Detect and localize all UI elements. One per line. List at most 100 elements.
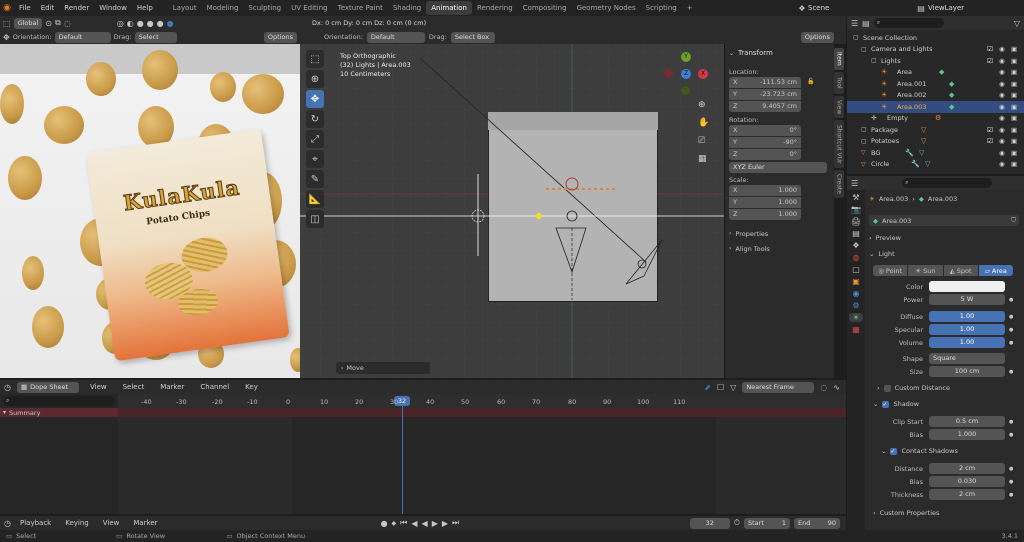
menu-window[interactable]: Window: [94, 4, 132, 12]
light-data-tab-icon[interactable]: ☀: [849, 313, 863, 322]
jump-start-icon[interactable]: ⏮: [400, 518, 407, 528]
tab-animation[interactable]: Animation: [426, 1, 472, 15]
graph-icon[interactable]: ∿: [833, 383, 840, 392]
specular-slider[interactable]: 1.00: [929, 324, 1005, 335]
viewport-drag-dropdown[interactable]: Select Box: [450, 31, 495, 43]
transform-panel-header[interactable]: ⌄ Transform: [729, 49, 773, 57]
gizmo-neg-y[interactable]: [681, 86, 690, 95]
summary-channel[interactable]: ▾ Summary: [0, 408, 118, 417]
preview-panel-header[interactable]: › Preview: [869, 234, 1019, 242]
add-cube-tool-icon[interactable]: ◫: [306, 210, 324, 228]
next-keyframe-icon[interactable]: ▶: [442, 519, 448, 528]
add-workspace-button[interactable]: +: [682, 1, 698, 15]
lock-icon[interactable]: 🔓: [807, 78, 814, 85]
custom-distance-panel[interactable]: › Custom Distance: [877, 384, 950, 392]
keyframe-dot-icon[interactable]: ●: [1009, 419, 1013, 425]
checkbox-icon[interactable]: ☑: [987, 126, 993, 134]
stopwatch-icon[interactable]: ⏱: [734, 518, 740, 528]
measure-tool-icon[interactable]: 📐: [306, 190, 324, 208]
show-hidden-icon[interactable]: ☐: [717, 383, 724, 392]
camera-restrict-icon[interactable]: ▣: [1011, 114, 1017, 122]
shading-rendered-icon[interactable]: ●: [167, 19, 174, 28]
dopesheet-mode-dropdown[interactable]: ▦ Dope Sheet: [16, 381, 79, 393]
size-field[interactable]: 100 cm: [929, 366, 1005, 377]
tab-sculpting[interactable]: Sculpting: [243, 1, 286, 15]
scene-tab-icon[interactable]: ❖: [852, 241, 859, 250]
location-x-field[interactable]: X -111.53 cm: [729, 77, 801, 88]
thickness-field[interactable]: 2 cm: [929, 489, 1005, 500]
playhead-line[interactable]: [402, 404, 403, 514]
outliner-row-potatoes[interactable]: ▢ Potatoes ▽ ☑ ◉ ▣: [847, 136, 1024, 148]
keyframe-dot-icon[interactable]: ●: [1009, 369, 1013, 375]
outliner-row-scene-collection[interactable]: ▢ Scene Collection: [847, 32, 1024, 44]
location-z-field[interactable]: Z 9.4057 cm: [729, 101, 801, 112]
timeline-menu-view[interactable]: View: [98, 519, 125, 527]
snap-icon[interactable]: ⧉: [55, 18, 61, 28]
custom-properties-panel-header[interactable]: › Custom Properties: [873, 509, 939, 517]
gizmo-z-axis[interactable]: Z: [681, 69, 691, 79]
move-operator-panel[interactable]: › Move: [336, 362, 430, 374]
render-tab-icon[interactable]: 📷: [851, 205, 861, 214]
select-box-tool-icon[interactable]: ⬚: [306, 50, 324, 68]
outliner-row-area-002[interactable]: ☀ Area.002 ◆ ◉ ▣: [847, 90, 1024, 102]
shading-solid-icon[interactable]: ●: [147, 19, 154, 28]
view-layer-tab-icon[interactable]: ▤: [852, 229, 860, 238]
checkbox-icon[interactable]: ☑: [987, 137, 993, 145]
dopesheet-editor-icon[interactable]: ◷: [4, 383, 11, 392]
ortho-grid-icon[interactable]: ▦: [698, 154, 707, 164]
location-y-field[interactable]: Y -23.723 cm: [729, 89, 801, 100]
clip-start-field[interactable]: 0.5 cm: [929, 416, 1005, 427]
constraints-tab-icon[interactable]: ⚙: [852, 301, 859, 310]
eye-icon[interactable]: ◉: [999, 149, 1005, 157]
camera-restrict-icon[interactable]: ▣: [1011, 57, 1017, 65]
align-tools-panel-header[interactable]: › Align Tools: [729, 245, 770, 253]
play-reverse-icon[interactable]: ◀: [422, 519, 428, 528]
sidebar-tab-tool[interactable]: Tool: [834, 72, 844, 94]
menu-render[interactable]: Render: [59, 4, 94, 12]
gizmo-neg-x[interactable]: [664, 69, 673, 78]
outliner-row-area[interactable]: ☀ Area ◆ ◉ ▣: [847, 67, 1024, 79]
camera-restrict-icon[interactable]: ▣: [1011, 80, 1017, 88]
scale-x-field[interactable]: X 1.000: [729, 185, 801, 196]
menu-edit[interactable]: Edit: [36, 4, 60, 12]
timeline-menu-playback[interactable]: Playback: [15, 519, 56, 527]
rotation-x-field[interactable]: X 0°: [729, 125, 801, 136]
move-tool-icon[interactable]: ✥: [3, 33, 10, 42]
contact-shadows-panel-header[interactable]: ⌄ ✓ Contact Shadows: [881, 447, 958, 455]
keyframe-dot-icon[interactable]: ●: [1009, 466, 1013, 472]
move-tool-icon[interactable]: ✥: [306, 90, 324, 108]
rotation-mode-dropdown[interactable]: XYZ Euler: [729, 162, 827, 173]
tab-shading[interactable]: Shading: [388, 1, 426, 15]
scene-selector[interactable]: ❖ Scene: [796, 2, 846, 14]
blender-logo-icon[interactable]: ◉: [0, 3, 14, 13]
camera-restrict-icon[interactable]: ▣: [1011, 91, 1017, 99]
filter-icon[interactable]: ▽: [1014, 19, 1020, 28]
eye-icon[interactable]: ◉: [999, 137, 1005, 145]
keyframe-dot-icon[interactable]: ●: [1009, 327, 1013, 333]
tab-texture-paint[interactable]: Texture Paint: [333, 1, 388, 15]
eye-icon[interactable]: ◉: [999, 45, 1005, 53]
tab-scripting[interactable]: Scripting: [641, 1, 682, 15]
tab-uv-editing[interactable]: UV Editing: [286, 1, 333, 15]
proportional-editing-icon[interactable]: ◌: [820, 383, 827, 392]
play-icon[interactable]: ▶: [432, 519, 438, 528]
eye-icon[interactable]: ◉: [999, 68, 1005, 76]
custom-distance-checkbox[interactable]: [883, 384, 891, 392]
outliner-editor-icon[interactable]: ☰: [851, 19, 858, 28]
checkbox-icon[interactable]: ☑: [987, 45, 993, 53]
camera-view-icon[interactable]: ⎚: [698, 136, 705, 146]
tool-tab-icon[interactable]: ⚒: [852, 193, 859, 202]
shading-wire-icon[interactable]: ●: [137, 19, 144, 28]
record-icon[interactable]: ●: [381, 519, 388, 528]
tab-rendering[interactable]: Rendering: [472, 1, 518, 15]
proportional-icon[interactable]: ◌: [64, 19, 71, 28]
world-tab-icon[interactable]: ◍: [853, 253, 860, 262]
rotation-z-field[interactable]: Z 0°: [729, 149, 801, 160]
prev-keyframe-icon[interactable]: ◀: [411, 519, 417, 528]
viewport-options-button[interactable]: Options: [800, 31, 834, 43]
sidebar-tab-shortcut[interactable]: Shortcut VUr: [834, 120, 844, 168]
timeline-menu-marker[interactable]: Marker: [128, 519, 162, 527]
outliner-row-circle[interactable]: ▽ Circle 🔧 ▽ ◉ ▣: [847, 159, 1024, 171]
shape-dropdown[interactable]: Square: [929, 353, 1005, 364]
timeline-editor-icon[interactable]: ◷: [4, 519, 11, 528]
